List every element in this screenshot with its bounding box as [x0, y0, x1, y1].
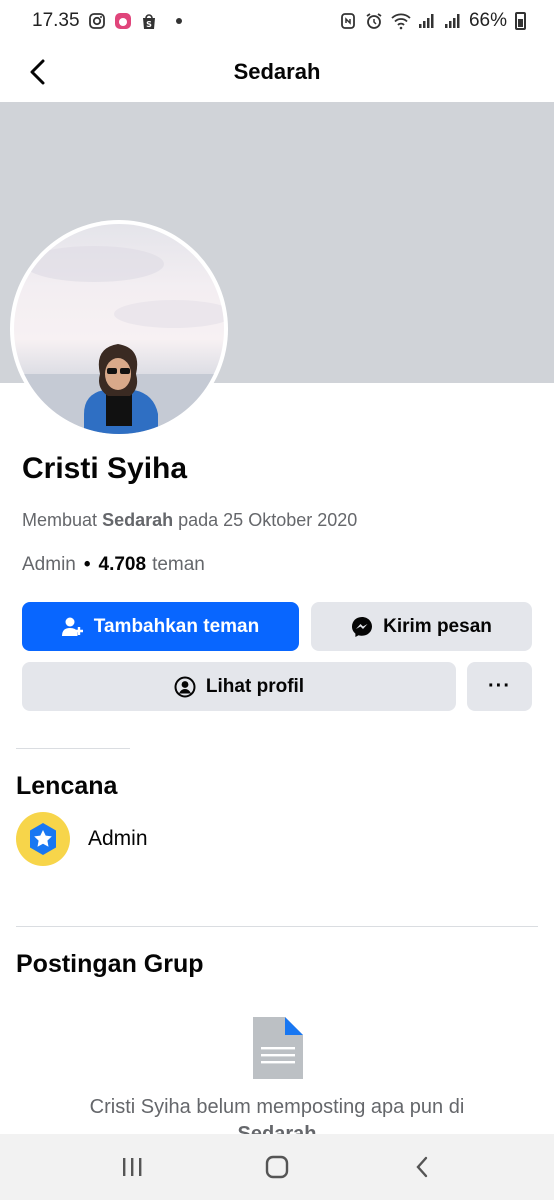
signal-icon: [443, 12, 461, 30]
view-profile-label: Lihat profil: [205, 675, 305, 697]
back-nav-button[interactable]: [402, 1147, 442, 1187]
home-button[interactable]: [257, 1147, 297, 1187]
section-divider: [16, 926, 538, 927]
profile-name: Cristi Syiha: [22, 452, 188, 485]
back-arrow-icon: [30, 59, 45, 85]
view-profile-button[interactable]: Lihat profil: [22, 662, 456, 711]
document-icon: [253, 1017, 303, 1084]
avatar-photo: [14, 224, 224, 434]
status-time: 17.35: [32, 10, 80, 31]
add-friend-icon: [61, 617, 83, 636]
add-friend-label: Tambahkan teman: [93, 615, 260, 637]
instagram-icon: [88, 12, 106, 30]
created-suffix: pada 25 Oktober 2020: [178, 510, 358, 530]
more-icon: ···: [488, 675, 511, 697]
role-label: Admin: [22, 554, 76, 575]
header: Sedarah: [0, 42, 554, 102]
friend-count: 4.708: [98, 554, 147, 575]
shopee-icon: S: [140, 12, 158, 30]
wifi-icon: [391, 12, 411, 30]
battery-icon: [515, 12, 526, 30]
notification-dot: [175, 18, 182, 24]
badge-item[interactable]: Admin: [16, 812, 148, 866]
separator-dot: •: [83, 554, 91, 575]
badge-label: Admin: [88, 827, 148, 850]
add-friend-button[interactable]: Tambahkan teman: [22, 602, 299, 651]
recent-apps-button[interactable]: [112, 1147, 152, 1187]
send-message-button[interactable]: Kirim pesan: [311, 602, 532, 651]
friend-label: teman: [152, 554, 205, 575]
recent-apps-icon: [123, 1158, 142, 1176]
created-group-link[interactable]: Sedarah: [102, 510, 173, 530]
back-button[interactable]: [22, 56, 54, 88]
nfc-icon: [339, 12, 357, 30]
posts-title: Postingan Grup: [16, 950, 204, 978]
alarm-icon: [365, 12, 383, 30]
profile-meta: Admin • 4.708 teman: [22, 554, 205, 576]
avatar-person-image: [14, 246, 224, 434]
badges-title: Lencana: [16, 772, 118, 800]
admin-star-badge-icon: [16, 812, 70, 866]
status-bar: 17.35 S 66%: [0, 0, 554, 42]
system-nav-bar: [0, 1134, 554, 1200]
signal-icon: [417, 12, 435, 30]
home-icon: [265, 1155, 289, 1179]
battery-percent: 66%: [468, 10, 507, 31]
page-title: Sedarah: [233, 59, 321, 84]
send-message-label: Kirim pesan: [383, 615, 492, 637]
messenger-icon: [352, 616, 373, 637]
created-prefix: Membuat: [22, 510, 98, 530]
profile-icon: [174, 676, 196, 697]
status-right: 66%: [339, 10, 526, 32]
divider: [16, 748, 130, 749]
empty-line-1: Cristi Syiha belum memposting apa pun di: [89, 1096, 465, 1118]
svg-text:S: S: [146, 20, 152, 29]
status-left: 17.35 S: [32, 10, 182, 32]
created-info: Membuat Sedarah pada 25 Oktober 2020: [22, 510, 357, 531]
profile-avatar[interactable]: [10, 220, 228, 438]
back-icon: [416, 1156, 427, 1178]
app-icon: [114, 12, 132, 30]
more-options-button[interactable]: ···: [467, 662, 532, 711]
